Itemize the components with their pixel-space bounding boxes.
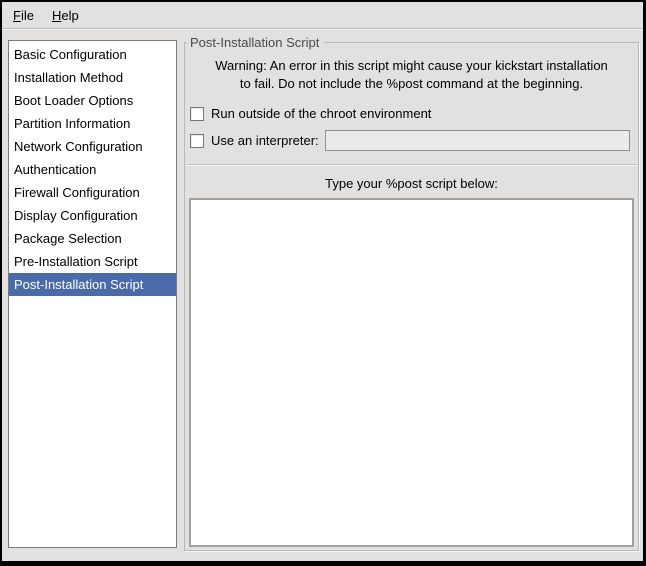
sidebar-item-partition-information[interactable]: Partition Information xyxy=(9,112,176,135)
script-area-label: Type your %post script below: xyxy=(185,176,638,191)
sidebar-item-network-configuration[interactable]: Network Configuration xyxy=(9,135,176,158)
chroot-checkbox[interactable] xyxy=(190,107,204,121)
chroot-checkbox-label[interactable]: Run outside of the chroot environment xyxy=(211,106,431,121)
menubar: File Help xyxy=(2,2,643,29)
kickstart-configurator-window: File Help Basic Configuration Installati… xyxy=(2,2,643,561)
section-list: Basic Configuration Installation Method … xyxy=(8,40,177,548)
sidebar-item-authentication[interactable]: Authentication xyxy=(9,158,176,181)
sidebar-item-pre-installation-script[interactable]: Pre-Installation Script xyxy=(9,250,176,273)
sidebar-item-installation-method[interactable]: Installation Method xyxy=(9,66,176,89)
sidebar-item-boot-loader-options[interactable]: Boot Loader Options xyxy=(9,89,176,112)
interpreter-input[interactable] xyxy=(325,130,630,151)
sidebar-item-display-configuration[interactable]: Display Configuration xyxy=(9,204,176,227)
interpreter-checkbox-label[interactable]: Use an interpreter: xyxy=(211,133,319,148)
separator xyxy=(186,164,637,166)
post-installation-panel: Post-Installation Script Warning: An err… xyxy=(184,42,639,551)
panel-title: Post-Installation Script xyxy=(187,34,324,51)
sidebar-item-firewall-configuration[interactable]: Firewall Configuration xyxy=(9,181,176,204)
interpreter-checkbox-row: Use an interpreter: xyxy=(190,130,630,151)
menu-help[interactable]: Help xyxy=(43,5,88,26)
post-script-textarea[interactable] xyxy=(189,198,634,547)
panel-body: Warning: An error in this script might c… xyxy=(185,43,638,550)
sidebar-item-package-selection[interactable]: Package Selection xyxy=(9,227,176,250)
warning-text: Warning: An error in this script might c… xyxy=(189,57,634,93)
interpreter-checkbox[interactable] xyxy=(190,134,204,148)
sidebar-item-basic-configuration[interactable]: Basic Configuration xyxy=(9,43,176,66)
chroot-checkbox-row: Run outside of the chroot environment xyxy=(190,106,630,121)
menu-file[interactable]: File xyxy=(4,5,43,26)
sidebar-item-post-installation-script[interactable]: Post-Installation Script xyxy=(9,273,176,296)
